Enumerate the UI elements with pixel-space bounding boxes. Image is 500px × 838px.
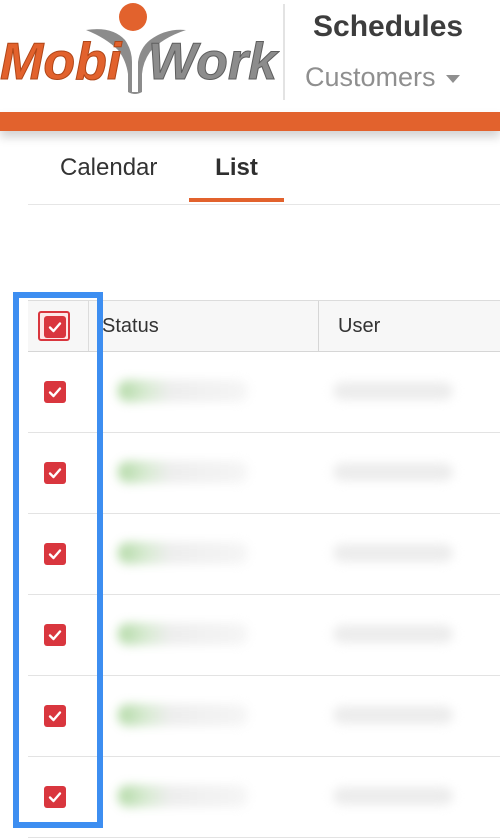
checkmark-icon	[48, 322, 62, 333]
select-all-cell	[28, 301, 89, 351]
row-checkbox[interactable]	[44, 381, 66, 403]
user-cell-blurred	[333, 706, 453, 724]
mobiwork-logo[interactable]: Mobi Work	[0, 0, 280, 105]
row-checkbox[interactable]	[44, 705, 66, 727]
header-accent-bar	[0, 112, 500, 131]
tab-calendar[interactable]: Calendar	[60, 140, 157, 204]
header-divider	[283, 4, 285, 100]
row-checkbox-cell	[28, 595, 88, 675]
table-row[interactable]	[28, 433, 500, 514]
view-tabs: Calendar List	[28, 140, 500, 205]
table-row[interactable]	[28, 757, 500, 838]
status-cell-blurred	[118, 704, 248, 726]
column-header-user[interactable]: User	[318, 301, 500, 351]
tab-list[interactable]: List	[189, 140, 284, 204]
user-cell-blurred	[333, 625, 453, 643]
user-cell-blurred	[333, 787, 453, 805]
customers-dropdown-label: Customers	[305, 62, 436, 92]
caret-down-icon	[445, 75, 460, 83]
status-cell-blurred	[118, 785, 248, 807]
column-header-status[interactable]: Status	[102, 301, 317, 351]
row-checkbox[interactable]	[44, 462, 66, 484]
page-title: Schedules	[313, 10, 464, 43]
row-checkbox[interactable]	[44, 543, 66, 565]
checkbox[interactable]	[44, 316, 66, 338]
row-checkbox[interactable]	[44, 624, 66, 646]
schedules-table: Status User	[28, 300, 500, 838]
table-row[interactable]	[28, 352, 500, 433]
checkmark-icon	[48, 549, 62, 560]
checkmark-icon	[48, 630, 62, 641]
checkmark-icon	[48, 711, 62, 722]
row-checkbox-cell	[28, 352, 88, 432]
checkmark-icon	[48, 792, 62, 803]
table-row[interactable]	[28, 676, 500, 757]
status-cell-blurred	[118, 461, 248, 483]
status-cell-blurred	[118, 623, 248, 645]
checkmark-icon	[48, 468, 62, 479]
table-row[interactable]	[28, 595, 500, 676]
row-checkbox-cell	[28, 433, 88, 513]
status-cell-blurred	[118, 380, 248, 402]
user-cell-blurred	[333, 382, 453, 400]
customers-dropdown[interactable]: Customers	[305, 62, 460, 93]
active-tab-indicator	[189, 198, 284, 202]
status-cell-blurred	[118, 542, 248, 564]
row-checkbox-cell	[28, 676, 88, 756]
checkmark-icon	[48, 387, 62, 398]
row-checkbox[interactable]	[44, 786, 66, 808]
svg-text:Work: Work	[148, 33, 280, 91]
svg-text:Mobi: Mobi	[0, 33, 123, 91]
app-header: Mobi Work Schedules Customers	[0, 0, 500, 112]
table-row[interactable]	[28, 514, 500, 595]
user-cell-blurred	[333, 463, 453, 481]
row-checkbox-cell	[28, 514, 88, 594]
user-cell-blurred	[333, 544, 453, 562]
select-all-checkbox[interactable]	[38, 311, 70, 341]
table-header: Status User	[28, 300, 500, 352]
row-checkbox-cell	[28, 757, 88, 837]
